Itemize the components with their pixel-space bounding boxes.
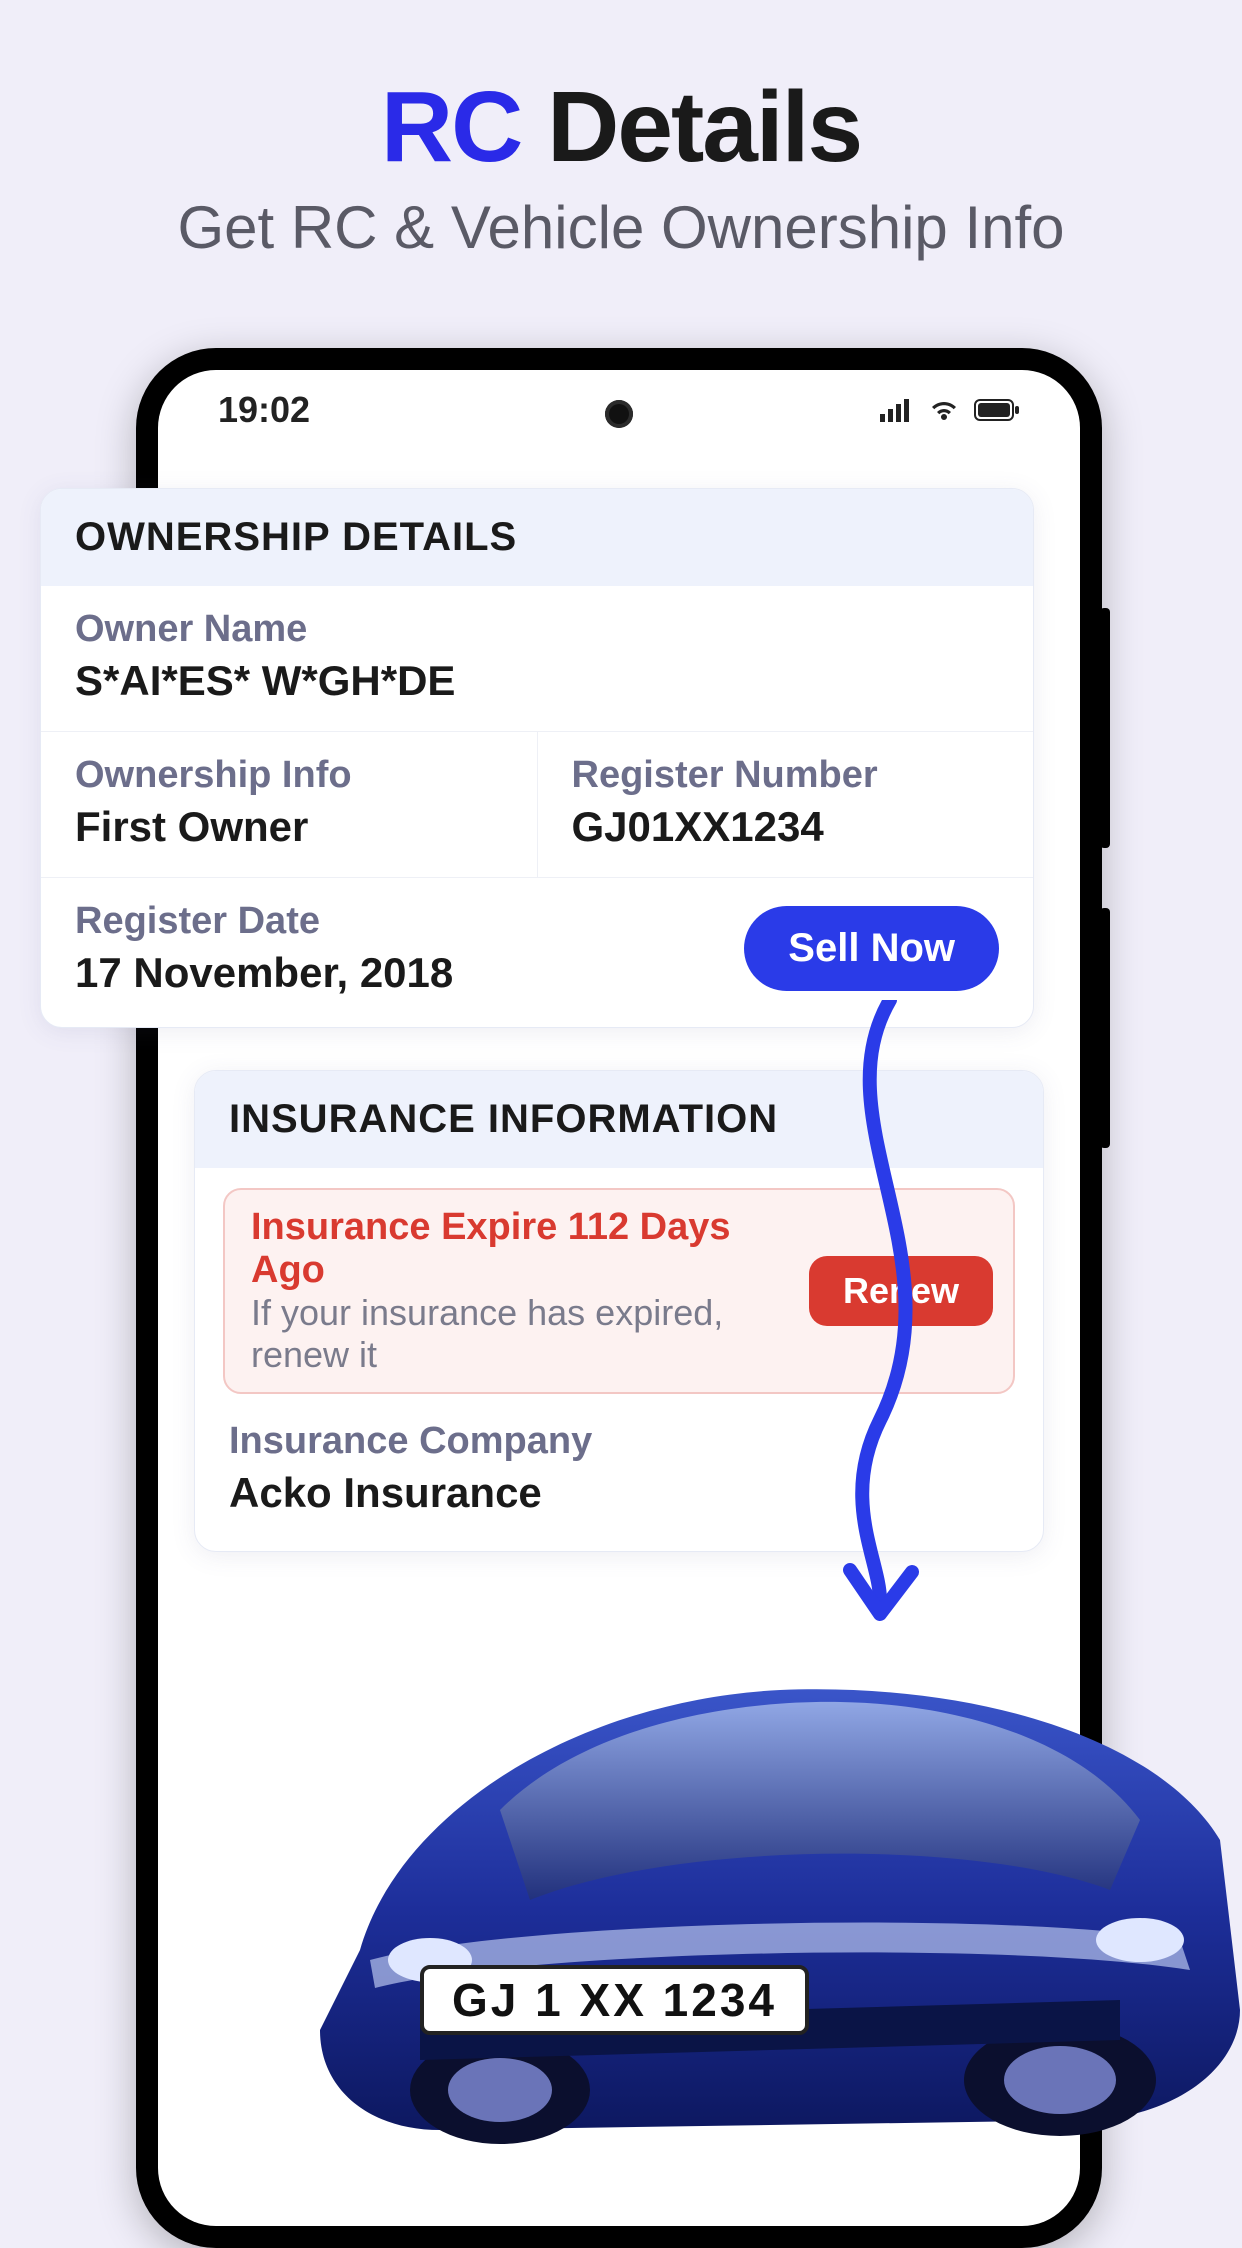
owner-name-label: Owner Name xyxy=(75,608,999,651)
page-title: RC Details xyxy=(0,70,1242,185)
battery-icon xyxy=(974,398,1020,422)
register-date-value: 17 November, 2018 xyxy=(75,949,453,997)
alert-subtitle: If your insurance has expired, renew it xyxy=(251,1292,791,1376)
phone-side-button xyxy=(1100,608,1110,848)
license-plate: GJ 1 XX 1234 xyxy=(420,1965,809,2035)
owner-name-value: S*AI*ES* W*GH*DE xyxy=(75,657,999,705)
register-number-label: Register Number xyxy=(572,754,1000,797)
ownership-split-row: Ownership Info First Owner Register Numb… xyxy=(41,732,1033,878)
camera-notch-icon xyxy=(605,400,633,428)
alert-title: Insurance Expire 112 Days Ago xyxy=(251,1206,791,1292)
ownership-info-cell: Ownership Info First Owner xyxy=(41,732,537,877)
register-date-cell: Register Date 17 November, 2018 xyxy=(75,900,453,997)
register-date-label: Register Date xyxy=(75,900,453,943)
ownership-header: OWNERSHIP DETAILS xyxy=(41,489,1033,586)
register-number-cell: Register Number GJ01XX1234 xyxy=(537,732,1034,877)
screen-content: INSURANCE INFORMATION Insurance Expire 1… xyxy=(158,1070,1080,1552)
status-indicators xyxy=(880,398,1020,422)
insurance-alert: Insurance Expire 112 Days Ago If your in… xyxy=(223,1188,1015,1394)
insurance-header: INSURANCE INFORMATION xyxy=(195,1071,1043,1168)
phone-side-button xyxy=(1100,908,1110,1148)
ownership-card: OWNERSHIP DETAILS Owner Name S*AI*ES* W*… xyxy=(40,488,1034,1028)
ownership-info-label: Ownership Info xyxy=(75,754,503,797)
insurance-company-label: Insurance Company xyxy=(229,1420,1009,1463)
ownership-info-value: First Owner xyxy=(75,803,503,851)
title-rest: Details xyxy=(521,71,861,183)
renew-button[interactable]: Renew xyxy=(809,1256,993,1326)
insurance-card: INSURANCE INFORMATION Insurance Expire 1… xyxy=(194,1070,1044,1552)
hero-header: RC Details Get RC & Vehicle Ownership In… xyxy=(0,0,1242,262)
status-time: 19:02 xyxy=(218,389,310,431)
register-number-value: GJ01XX1234 xyxy=(572,803,1000,851)
owner-name-row: Owner Name S*AI*ES* W*GH*DE xyxy=(41,586,1033,732)
insurance-company-value: Acko Insurance xyxy=(229,1469,1009,1517)
wifi-icon xyxy=(928,398,960,422)
page-subtitle: Get RC & Vehicle Ownership Info xyxy=(0,193,1242,262)
cellular-icon xyxy=(880,398,914,422)
insurance-company-row: Insurance Company Acko Insurance xyxy=(195,1402,1043,1551)
alert-text: Insurance Expire 112 Days Ago If your in… xyxy=(251,1206,791,1376)
register-date-row: Register Date 17 November, 2018 Sell Now xyxy=(41,878,1033,1027)
title-accent: RC xyxy=(381,71,521,183)
sell-now-button[interactable]: Sell Now xyxy=(744,906,999,991)
car-illustration xyxy=(280,1590,1240,2150)
